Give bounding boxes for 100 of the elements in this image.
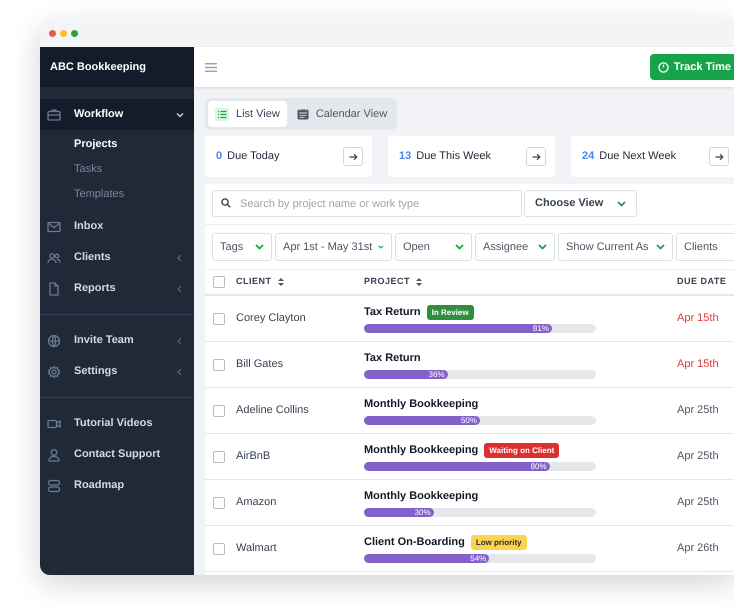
- stacked-bars-icon: [47, 478, 61, 492]
- choose-view-dropdown[interactable]: Choose View: [524, 190, 637, 217]
- card-label: Due Next Week: [599, 149, 678, 164]
- sidebar-subitem[interactable]: Tasks: [40, 157, 194, 182]
- progress-fill: 50%: [364, 416, 480, 425]
- menu-icon[interactable]: [205, 62, 217, 72]
- chevron-left-icon: [176, 284, 184, 292]
- sidebar-item[interactable]: Workflow: [40, 99, 194, 130]
- chevron-down-icon: [378, 244, 384, 250]
- sidebar-item[interactable]: Contact Support: [40, 439, 194, 470]
- people-icon: [47, 250, 61, 264]
- sidebar-subitem[interactable]: Templates: [40, 182, 194, 207]
- client-name: Bill Gates: [236, 357, 284, 372]
- row-checkbox[interactable]: [213, 542, 225, 554]
- count-text: 0: [216, 149, 222, 164]
- arrow-right-icon: [714, 152, 724, 160]
- row-checkbox[interactable]: [213, 404, 225, 416]
- filter-dropdown[interactable]: Apr 1st - May 31st: [275, 233, 392, 261]
- due-date: Apr 15th: [677, 357, 719, 372]
- row-checkbox[interactable]: [213, 358, 225, 370]
- select-all-checkbox[interactable]: [213, 276, 225, 288]
- progress-fill: 80%: [364, 462, 550, 471]
- status-tag: In Review: [426, 304, 474, 320]
- sidebar-item[interactable]: Roadmap: [40, 470, 194, 501]
- summary-card[interactable]: 13 Due This Week: [388, 136, 555, 177]
- filter-dropdown[interactable]: Clients: [676, 233, 734, 261]
- sidebar-item[interactable]: Invite Team: [40, 325, 194, 356]
- project-name: Tax Return: [364, 350, 421, 366]
- arrow-right-icon: [348, 152, 358, 160]
- chevron-down-icon: [656, 244, 665, 250]
- column-header[interactable]: CLIENT: [236, 275, 272, 289]
- filter-dropdown[interactable]: Tags: [212, 233, 272, 261]
- project-name: Monthly Bookkeeping: [364, 442, 478, 458]
- envelope-icon: [47, 220, 61, 234]
- count-text: 13: [399, 149, 412, 164]
- search-field[interactable]: Search by project name or work type: [212, 190, 522, 217]
- list-icon: [215, 108, 229, 120]
- sort-icon: [278, 278, 284, 286]
- project-name: Monthly Bookkeeping: [364, 488, 478, 504]
- sidebar-item[interactable]: Settings: [40, 356, 194, 387]
- chevron-down-icon: [538, 244, 547, 250]
- calendar-icon: [296, 108, 309, 120]
- chevron-left-icon: [176, 254, 184, 262]
- progress-fill: 30%: [364, 508, 434, 517]
- sidebar-item[interactable]: Reports: [40, 273, 194, 304]
- column-header[interactable]: PROJECT: [364, 275, 410, 289]
- view-tab[interactable]: Calendar View: [290, 101, 394, 127]
- chevron-down-icon: [617, 200, 626, 206]
- count-text: 24: [582, 149, 594, 164]
- view-tab[interactable]: List View: [208, 101, 287, 127]
- progress-fill: 54%: [364, 554, 490, 563]
- table-row[interactable]: Bill Gates Tax Return 36% Apr 15th: [205, 342, 734, 388]
- card-label: Due Today: [227, 149, 281, 164]
- due-date: Apr 25th: [677, 403, 719, 418]
- progress-fill: 81%: [364, 324, 552, 333]
- due-date: Apr 25th: [677, 495, 719, 510]
- progress-fill: 36%: [364, 370, 448, 379]
- sidebar-item[interactable]: Inbox: [40, 211, 194, 242]
- table-row[interactable]: Walmart Client On-Boarding Low priority 54% Apr 26th: [205, 526, 734, 572]
- client-name: Amazon: [236, 495, 278, 510]
- row-checkbox[interactable]: [213, 312, 225, 324]
- summary-card[interactable]: 24 Due Next Week: [571, 136, 734, 177]
- table-row[interactable]: AirBnB Monthly Bookkeeping Waiting on Client 80% Apr 25th: [205, 434, 734, 480]
- row-checkbox[interactable]: [213, 496, 225, 508]
- arrow-button[interactable]: [709, 147, 729, 166]
- client-name: Corey Clayton: [236, 311, 307, 326]
- project-name: Monthly Bookkeeping: [364, 396, 478, 412]
- due-date: Apr 25th: [677, 449, 719, 464]
- project-name: Tax Return: [364, 304, 421, 320]
- sidebar-item[interactable]: Tutorial Videos: [40, 408, 194, 439]
- sidebar-subitem[interactable]: Projects: [40, 132, 194, 157]
- due-date: Apr 15th: [677, 311, 719, 326]
- table-row[interactable]: Amazon Monthly Bookkeeping 30% Apr 25th: [205, 480, 734, 526]
- column-header[interactable]: DUE DATE: [677, 275, 726, 289]
- sidebar-item[interactable]: Clients: [40, 242, 194, 273]
- filter-dropdown[interactable]: Open: [395, 233, 472, 261]
- filter-dropdown[interactable]: Assignee: [475, 233, 555, 261]
- status-tag: Waiting on Client: [484, 442, 560, 458]
- project-name: Client On-Boarding: [364, 534, 465, 550]
- summary-card[interactable]: 0 Due Today: [205, 136, 372, 177]
- arrow-right-icon: [532, 152, 540, 160]
- chevron-left-icon: [176, 336, 184, 344]
- chevron-down-icon: [255, 244, 264, 250]
- briefcase-icon: [47, 108, 61, 122]
- client-name: Walmart: [236, 541, 278, 556]
- row-checkbox[interactable]: [213, 450, 225, 462]
- chevron-down-icon: [176, 110, 184, 118]
- person-icon: [47, 448, 61, 462]
- app-name: ABC Bookkeeping: [50, 60, 146, 75]
- settings-icon: [47, 364, 61, 378]
- table-row[interactable]: Adeline Collins Monthly Bookkeeping 50% Apr 25th: [205, 388, 734, 434]
- filter-dropdown[interactable]: Show Current As: [558, 233, 673, 261]
- table-row[interactable]: Corey Clayton Tax Return In Review 81% Apr 15th: [205, 296, 734, 342]
- card-label: Due This Week: [416, 149, 492, 164]
- arrow-button[interactable]: [343, 147, 363, 166]
- arrow-button[interactable]: [526, 147, 546, 166]
- chevron-down-icon: [455, 244, 464, 250]
- chevron-left-icon: [176, 368, 184, 376]
- document-icon: [47, 282, 61, 296]
- client-name: Adeline Collins: [236, 403, 310, 418]
